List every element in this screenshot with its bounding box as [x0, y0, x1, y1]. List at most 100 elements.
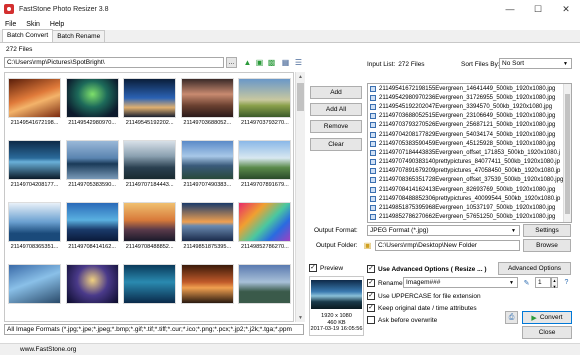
menu-skin[interactable]: Skin	[21, 21, 45, 28]
file-list-item[interactable]: 21149541672198155Evergreen_14641449_500k…	[368, 84, 571, 93]
browse-button[interactable]: Browse	[523, 239, 571, 252]
advanced-options-button[interactable]: Advanced Options	[498, 262, 571, 275]
file-name: 21149545192202047Evergreen_3394570_500kb…	[379, 103, 553, 110]
thumbnail-item[interactable]	[179, 262, 236, 318]
rename-settings-icon[interactable]: ✎	[521, 277, 532, 288]
thumbnail-item[interactable]	[64, 262, 121, 318]
file-list-item[interactable]: 21149851875395968Evergreen_10537197_500k…	[368, 203, 571, 212]
preview-checkbox[interactable]: ✓	[309, 264, 317, 272]
thumbnail-item[interactable]	[121, 262, 178, 318]
thumbnail-item[interactable]: 21149707490383...	[179, 138, 236, 194]
thumbnail-item[interactable]: 21149708414162...	[64, 200, 121, 256]
advanced-checkbox[interactable]: ✓	[367, 265, 375, 273]
thumbnail-image	[180, 264, 234, 304]
file-list-item[interactable]: 21149703688052515Evergreen_23106649_500k…	[368, 112, 571, 121]
file-list-item[interactable]: 21149708365351728Evergreen_offset_37539_…	[368, 176, 571, 185]
preview-toggle[interactable]: ✓ Preview	[309, 264, 343, 272]
ask-overwrite-option[interactable]: Ask before overwrite	[367, 316, 437, 324]
scrollbar-thumb[interactable]	[297, 83, 304, 111]
thumbnail-caption: 21149708365351...	[10, 244, 59, 250]
remove-button[interactable]: Remove	[310, 120, 362, 133]
ask-overwrite-checkbox[interactable]	[367, 316, 375, 324]
thumbnail-scrollbar[interactable]: ▲ ▼	[295, 72, 305, 322]
thumbnail-item[interactable]: 21149852786270...	[236, 200, 293, 256]
thumbnail-item[interactable]: 21149703793270...	[236, 76, 293, 132]
output-folder-input[interactable]: C:\Users\rmp\Desktop\New Folder	[375, 240, 520, 251]
thumbnail-item[interactable]: 21149705383590...	[64, 138, 121, 194]
thumbnail-item[interactable]: 21149542980970...	[64, 76, 121, 132]
file-list-item[interactable]: 21149852786270662Evergreen_57651250_500k…	[368, 213, 571, 222]
status-url[interactable]: www.FastStone.org	[20, 346, 76, 353]
uppercase-option[interactable]: ✓ Use UPPERCASE for file extension	[367, 292, 481, 300]
close-button[interactable]: Close	[522, 326, 572, 339]
file-name: 21149708414162413Evergreen_82693769_500k…	[379, 186, 556, 193]
print-icon[interactable]: ⎙	[505, 311, 518, 324]
maximize-icon[interactable]: ☐	[524, 0, 552, 18]
thumbnail-item[interactable]: 21149707891679...	[236, 138, 293, 194]
file-filter-select[interactable]: All Image Formats (*.jpg;*.jpe;*.jpeg;*.…	[4, 324, 304, 335]
rename-checkbox[interactable]: ✓	[367, 279, 375, 287]
menu-help[interactable]: Help	[45, 21, 69, 28]
browse-folder-button[interactable]: ...	[226, 57, 237, 68]
file-list-item[interactable]: 21149545192202047Evergreen_3394570_500kb…	[368, 102, 571, 111]
file-list-item[interactable]: 21149707891679209prettypictures_47058450…	[368, 167, 571, 176]
thumbnail-item[interactable]: 21149851875395...	[179, 200, 236, 256]
menu-file[interactable]: File	[0, 21, 21, 28]
output-format-select[interactable]: JPEG Format (*.jpg) ▼	[367, 225, 520, 236]
add-button[interactable]: Add	[310, 86, 362, 99]
advanced-option[interactable]: ✓ Use Advanced Options ( Resize ... )	[367, 265, 486, 273]
thumbnail-item[interactable]: 21149703688052...	[179, 76, 236, 132]
settings-button[interactable]: Settings	[523, 224, 571, 237]
clear-button[interactable]: Clear	[310, 138, 362, 151]
file-list-scrollbar[interactable]	[563, 84, 571, 222]
input-file-list[interactable]: 21149541672198155Evergreen_14641449_500k…	[367, 83, 572, 223]
thumbnail-image	[238, 140, 292, 180]
folder-icon[interactable]: ▣	[254, 57, 265, 68]
scroll-down-icon[interactable]: ▼	[296, 313, 305, 322]
file-list-item[interactable]: 21149707184443835Evergreen_offset_171853…	[368, 148, 571, 157]
help-icon[interactable]: ?	[561, 277, 572, 288]
file-list-item[interactable]: 21149707490383140prettypictures_84077411…	[368, 158, 571, 167]
thumbnail-item[interactable]: 21149704208177...	[6, 138, 63, 194]
minimize-icon[interactable]: —	[496, 0, 524, 18]
file-list-scroll-thumb[interactable]	[565, 94, 570, 214]
view-thumbnails-icon[interactable]: ▦	[280, 57, 291, 68]
tab-batch-convert[interactable]: Batch Convert	[2, 29, 54, 42]
thumbnail-item[interactable]: 21149708365351...	[6, 200, 63, 256]
file-list-item[interactable]: 21149853987363750Evergreen_52874282_500k…	[368, 222, 571, 223]
thumbnail-item[interactable]: 21149708488852...	[121, 200, 178, 256]
rename-option[interactable]: ✓ Rename	[367, 279, 403, 287]
thumbnail-item[interactable]	[6, 262, 63, 318]
file-list-item[interactable]: 21149708414162413Evergreen_82693769_500k…	[368, 185, 571, 194]
thumbnail-item[interactable]	[236, 262, 293, 318]
thumbnail-caption: 21149707891679...	[240, 182, 289, 188]
rename-pattern-select[interactable]: Imagem### ▼	[403, 277, 518, 288]
scroll-up-icon[interactable]: ▲	[296, 72, 305, 81]
sort-select[interactable]: No Sort ▼	[499, 58, 572, 69]
keep-date-checkbox[interactable]: ✓	[367, 304, 375, 312]
rename-start-stepper[interactable]: ▲ ▼	[551, 277, 558, 289]
folder-favorite-icon[interactable]: ▩	[266, 57, 277, 68]
preview-panel: 1920 x 1080 460 KB 2017-03-19 16:05:56	[309, 276, 364, 336]
uppercase-checkbox[interactable]: ✓	[367, 292, 375, 300]
add-all-button[interactable]: Add All	[310, 103, 362, 116]
file-list-item[interactable]: 21149542980970236Evergreen_31726955_500k…	[368, 93, 571, 102]
convert-button[interactable]: ▶ Convert	[522, 311, 572, 324]
tab-batch-rename[interactable]: Batch Rename	[52, 30, 106, 42]
thumbnail-item[interactable]: 21149545192202...	[121, 76, 178, 132]
thumbnail-item[interactable]: 21149541672198...	[6, 76, 63, 132]
sort-label: Sort Files By:	[461, 61, 500, 68]
rename-start-input[interactable]: 1	[535, 277, 551, 288]
file-list-item[interactable]: 21149708488852306prettypictures_40099544…	[368, 194, 571, 203]
folder-icon[interactable]: ▣	[362, 240, 373, 251]
go-up-icon[interactable]: ▲	[242, 57, 253, 68]
close-icon[interactable]: ✕	[552, 0, 580, 18]
file-list-item[interactable]: 21149703793270526Evergreen_25687121_500k…	[368, 121, 571, 130]
thumbnail-item[interactable]: 21149707184443...	[121, 138, 178, 194]
keep-date-option[interactable]: ✓ Keep original date / time attributes	[367, 304, 477, 312]
path-input[interactable]: C:\Users\rmp\Pictures\SpotBright\	[4, 57, 224, 68]
file-list-item[interactable]: 21149705383590459Evergreen_45125928_500k…	[368, 139, 571, 148]
view-details-icon[interactable]: ☰	[293, 57, 304, 68]
status-bar: www.FastStone.org	[0, 343, 580, 355]
file-list-item[interactable]: 21149704208177829Evergreen_54034174_500k…	[368, 130, 571, 139]
